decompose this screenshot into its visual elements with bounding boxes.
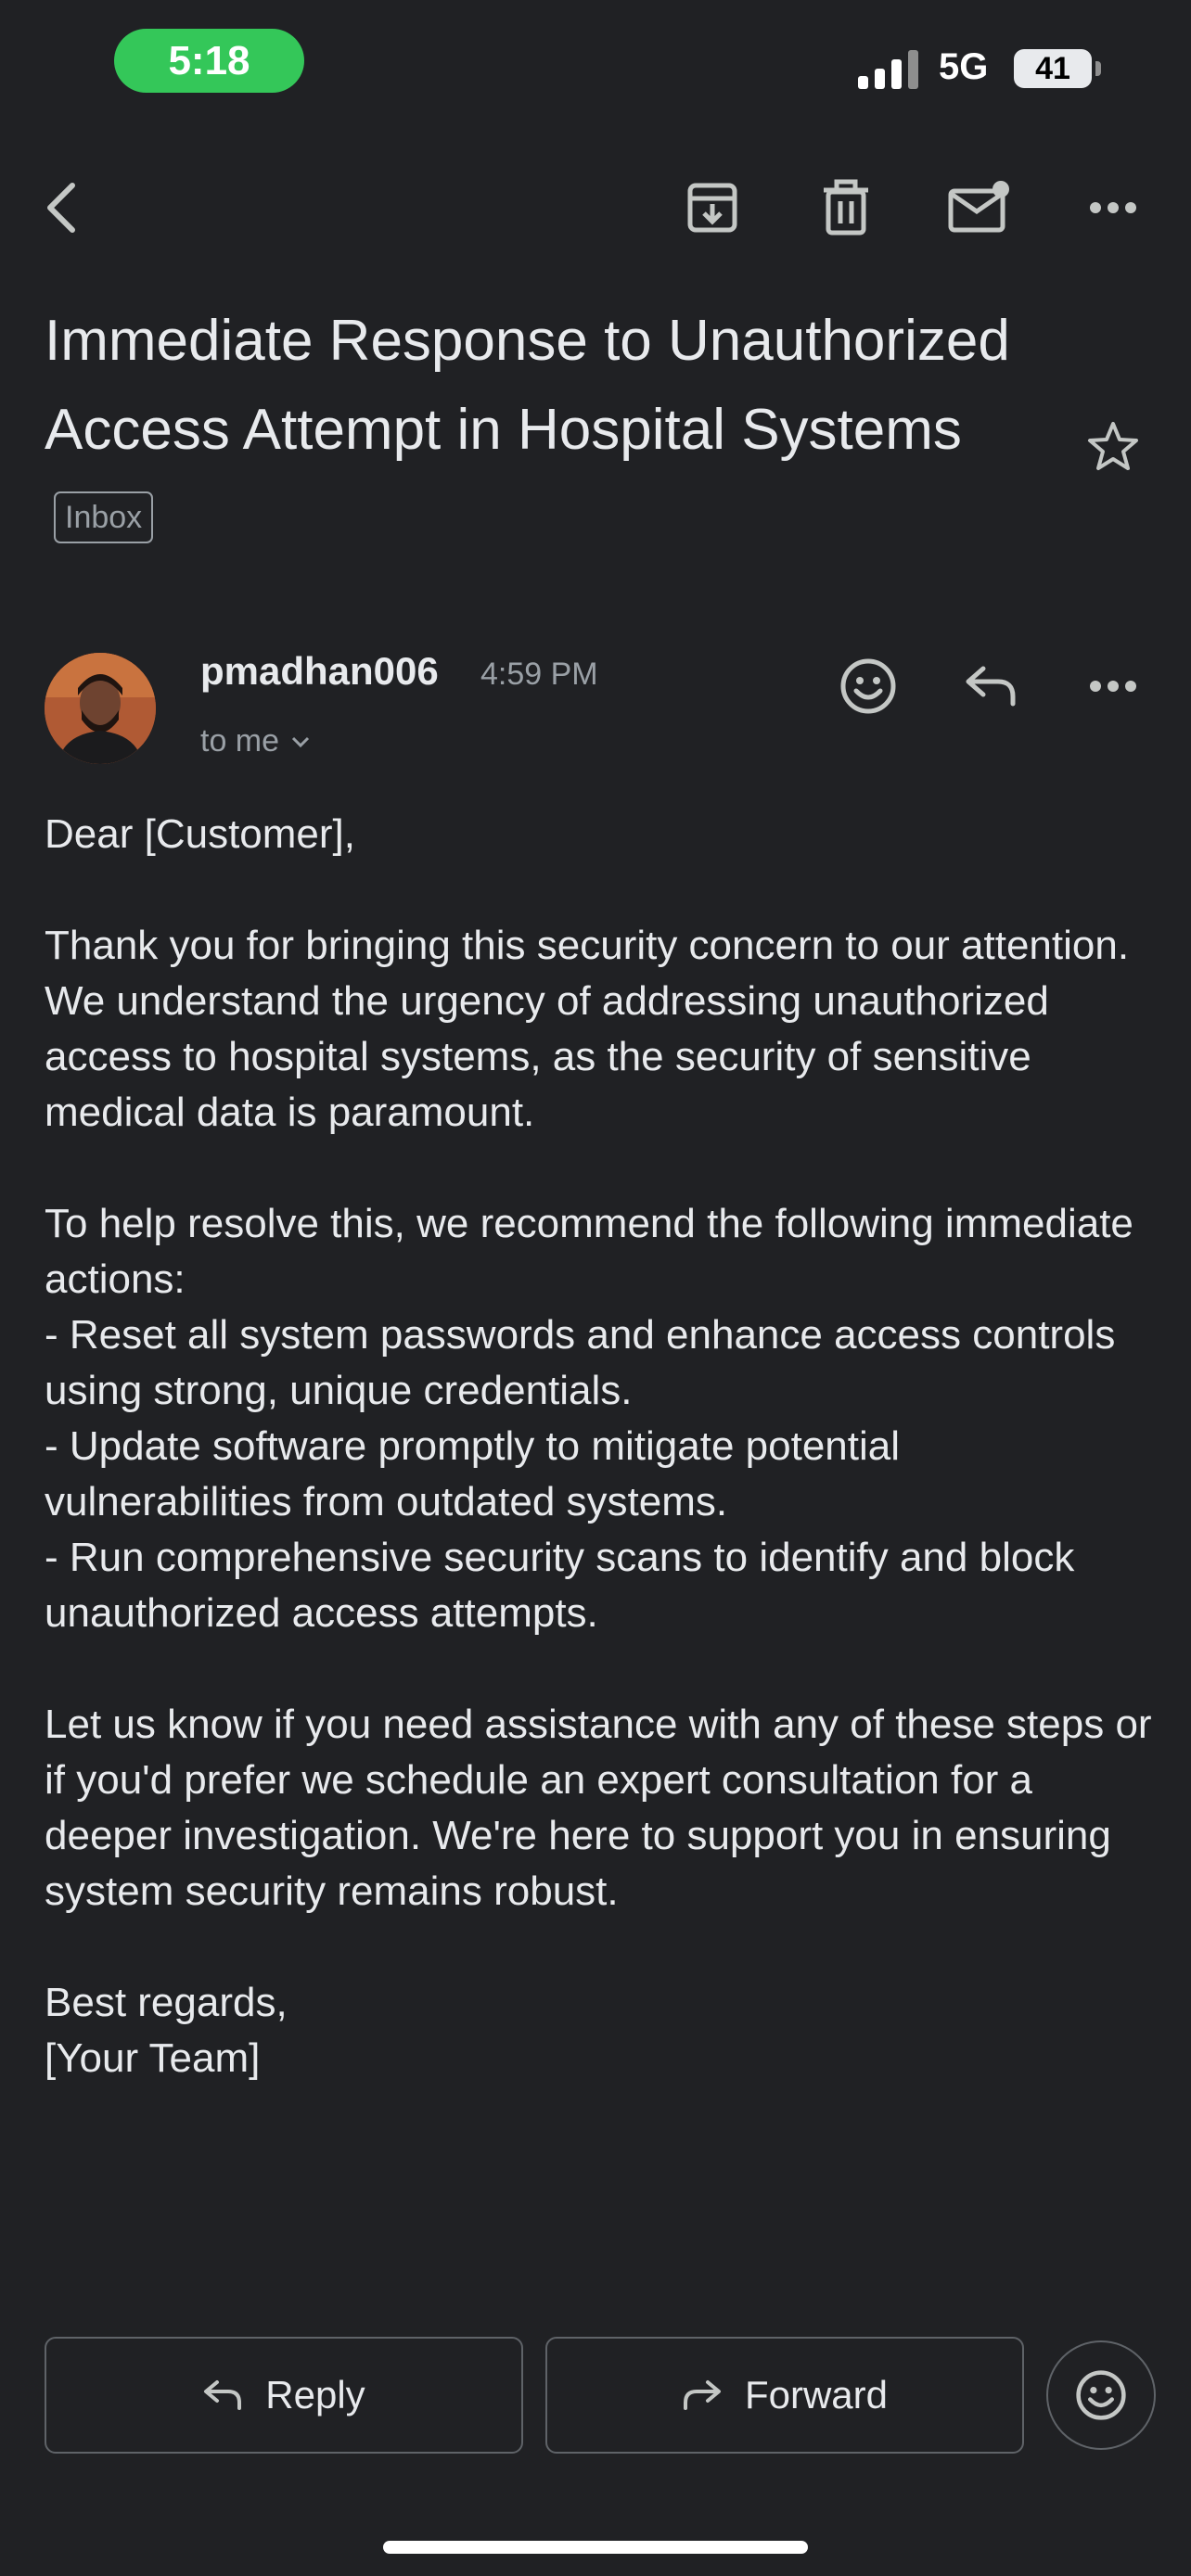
reply-icon-button[interactable] [954, 649, 1028, 723]
forward-label: Forward [744, 2373, 889, 2417]
forward-icon [683, 2380, 721, 2410]
smiley-icon [1076, 2370, 1126, 2420]
archive-icon [687, 183, 737, 233]
avatar-photo [45, 653, 156, 764]
chevron-down-icon [291, 736, 310, 747]
reply-label: Reply [265, 2373, 365, 2417]
star-button[interactable] [1076, 410, 1150, 484]
add-reaction-button[interactable] [831, 649, 905, 723]
mail-unread-icon [948, 181, 1009, 233]
reply-icon [966, 666, 1016, 707]
message-more-button[interactable] [1076, 649, 1150, 723]
recipient-details-toggle[interactable]: to me [200, 723, 311, 759]
sender-name[interactable]: pmadhan006 [200, 649, 439, 694]
sent-time: 4:59 PM [480, 657, 598, 692]
forward-button[interactable]: Forward [545, 2337, 1024, 2454]
chevron-left-icon [47, 183, 75, 233]
mark-unread-button[interactable] [942, 171, 1017, 245]
subject-text: Immediate Response to Unauthorized Acces… [45, 309, 1010, 462]
back-button[interactable] [24, 171, 98, 245]
inbox-label-badge[interactable]: Inbox [54, 491, 154, 543]
more-options-button[interactable] [1076, 171, 1150, 245]
reply-button[interactable]: Reply [45, 2337, 523, 2454]
delete-button[interactable] [809, 171, 883, 245]
network-type: 5G [939, 46, 989, 87]
reply-icon [204, 2380, 242, 2410]
battery-level: 41 [1014, 49, 1092, 88]
archive-button[interactable] [675, 171, 749, 245]
sender-avatar[interactable] [45, 653, 156, 764]
more-horizontal-icon [1090, 681, 1136, 692]
recipient-text: to me [200, 723, 280, 759]
smiley-icon [840, 658, 896, 714]
more-horizontal-icon [1090, 202, 1136, 213]
home-indicator[interactable] [383, 2541, 808, 2554]
star-icon [1088, 422, 1138, 470]
emoji-reaction-button[interactable] [1046, 2340, 1156, 2450]
email-body: Dear [Customer], Thank you for bringing … [45, 811, 1152, 2081]
email-subject: Immediate Response to Unauthorized Acces… [45, 297, 1028, 564]
trash-icon [824, 179, 868, 236]
status-time: 5:18 [114, 29, 304, 93]
battery-tip [1095, 61, 1101, 76]
cellular-signal-icon [858, 50, 918, 89]
